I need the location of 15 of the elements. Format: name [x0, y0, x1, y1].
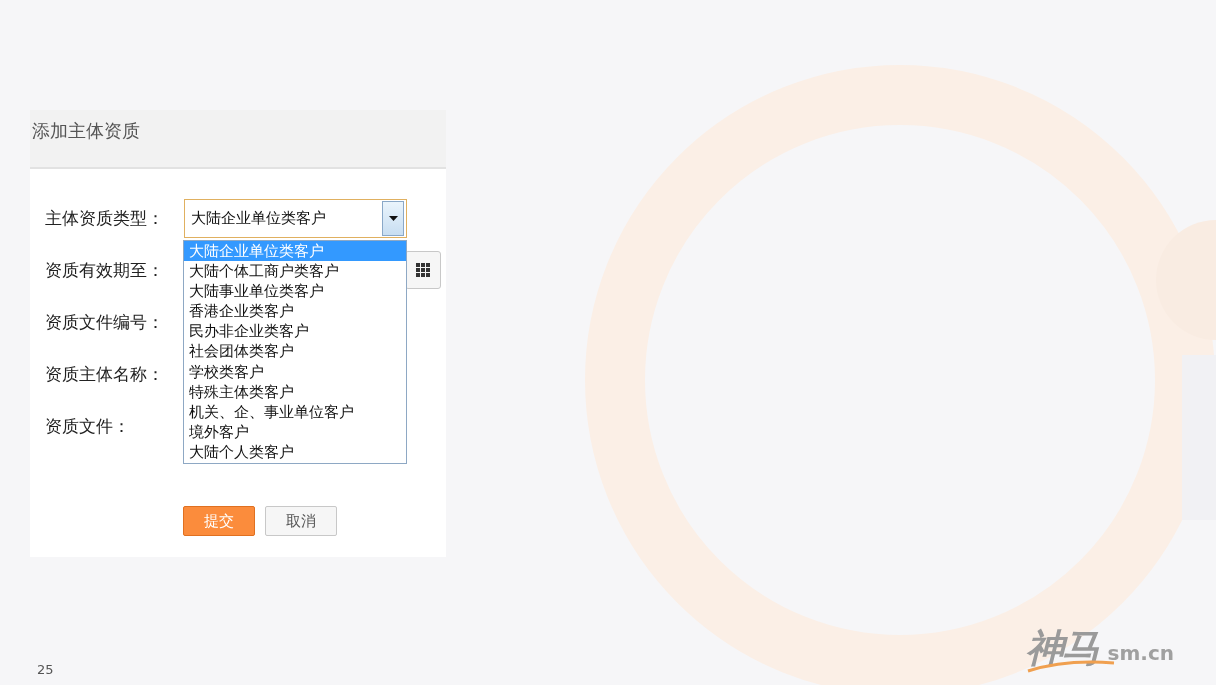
field-label: 主体资质类型： — [45, 206, 165, 230]
calendar-button[interactable] — [405, 251, 441, 289]
cancel-button[interactable]: 取消 — [265, 506, 337, 536]
logo-text: 神马 — [1025, 629, 1098, 667]
type-select[interactable]: 大陆企业单位类客户 — [184, 198, 407, 238]
field-label: 资质主体名称： — [45, 362, 165, 386]
field-label: 资质文件： — [45, 414, 131, 438]
field-label: 资质有效期至： — [45, 258, 165, 282]
dropdown-button[interactable] — [382, 200, 404, 236]
page-number: 25 — [37, 662, 54, 677]
logo-domain: sm.cn — [1107, 641, 1174, 665]
field-label: 资质文件编号： — [45, 310, 165, 334]
panel-title: 添加主体资质 — [32, 118, 140, 143]
caret-icon — [388, 215, 398, 221]
grid-icon — [416, 263, 430, 277]
